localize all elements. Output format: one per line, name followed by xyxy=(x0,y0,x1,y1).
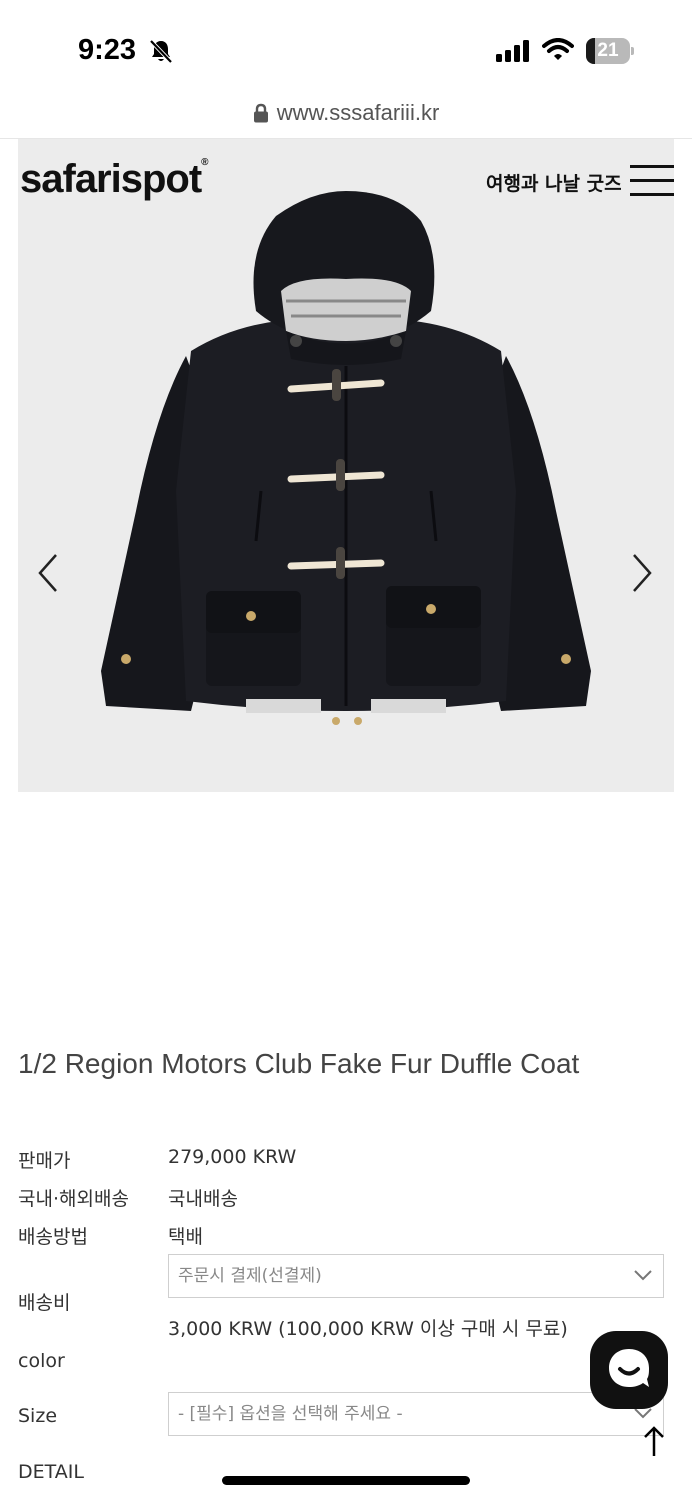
chat-icon xyxy=(609,1349,649,1387)
color-label: color xyxy=(18,1350,65,1372)
url-text: www.sssafariii.kr xyxy=(276,100,440,125)
address-bar[interactable]: www.sssafariii.kr xyxy=(0,100,692,138)
price-value: 279,000 KRW xyxy=(168,1146,297,1168)
shipping-fee-note: 3,000 KRW (100,000 KRW 이상 구매 시 무료) xyxy=(168,1318,568,1340)
shipping-region-value: 국내배송 xyxy=(168,1188,238,1210)
shipping-method-label: 배송방법 xyxy=(18,1226,88,1248)
chevron-down-icon xyxy=(634,1270,652,1281)
battery-indicator: 21 xyxy=(586,38,634,64)
lock-icon xyxy=(253,103,268,123)
shipping-fee-label: 배송비 xyxy=(18,1292,71,1314)
scroll-to-top-icon[interactable] xyxy=(642,1424,666,1458)
status-time: 9:23 xyxy=(78,34,137,66)
battery-level: 21 xyxy=(597,40,619,61)
bell-muted-icon xyxy=(149,39,173,64)
shipping-region-label: 국내·해외배송 xyxy=(18,1188,129,1210)
shipping-fee-select[interactable]: 주문시 결제(선결제) xyxy=(168,1254,664,1298)
status-bar: 9:23 21 xyxy=(0,0,692,100)
product-image xyxy=(101,191,591,725)
signal-icon xyxy=(496,40,529,62)
chat-button[interactable] xyxy=(590,1331,668,1409)
product-title: 1/2 Region Motors Club Fake Fur Duffle C… xyxy=(18,1048,580,1079)
size-select[interactable]: - [필수] 옵션을 선택해 주세요 - xyxy=(168,1392,664,1436)
carousel-next-arrow[interactable] xyxy=(626,549,656,597)
detail-label: DETAIL xyxy=(18,1461,84,1483)
home-indicator[interactable] xyxy=(222,1476,470,1485)
hamburger-menu-icon[interactable] xyxy=(630,165,674,197)
shipping-method-value: 택배 xyxy=(168,1226,203,1248)
shipping-fee-select-value: 주문시 결제(선결제) xyxy=(178,1266,322,1286)
price-label: 판매가 xyxy=(18,1150,71,1172)
size-label: Size xyxy=(18,1405,58,1427)
size-select-placeholder: - [필수] 옵션을 선택해 주세요 - xyxy=(178,1404,403,1424)
product-image-carousel[interactable]: safarispot® 여행과 나날 굿즈 xyxy=(18,139,674,792)
wifi-icon xyxy=(542,38,574,60)
carousel-prev-arrow[interactable] xyxy=(34,549,64,597)
